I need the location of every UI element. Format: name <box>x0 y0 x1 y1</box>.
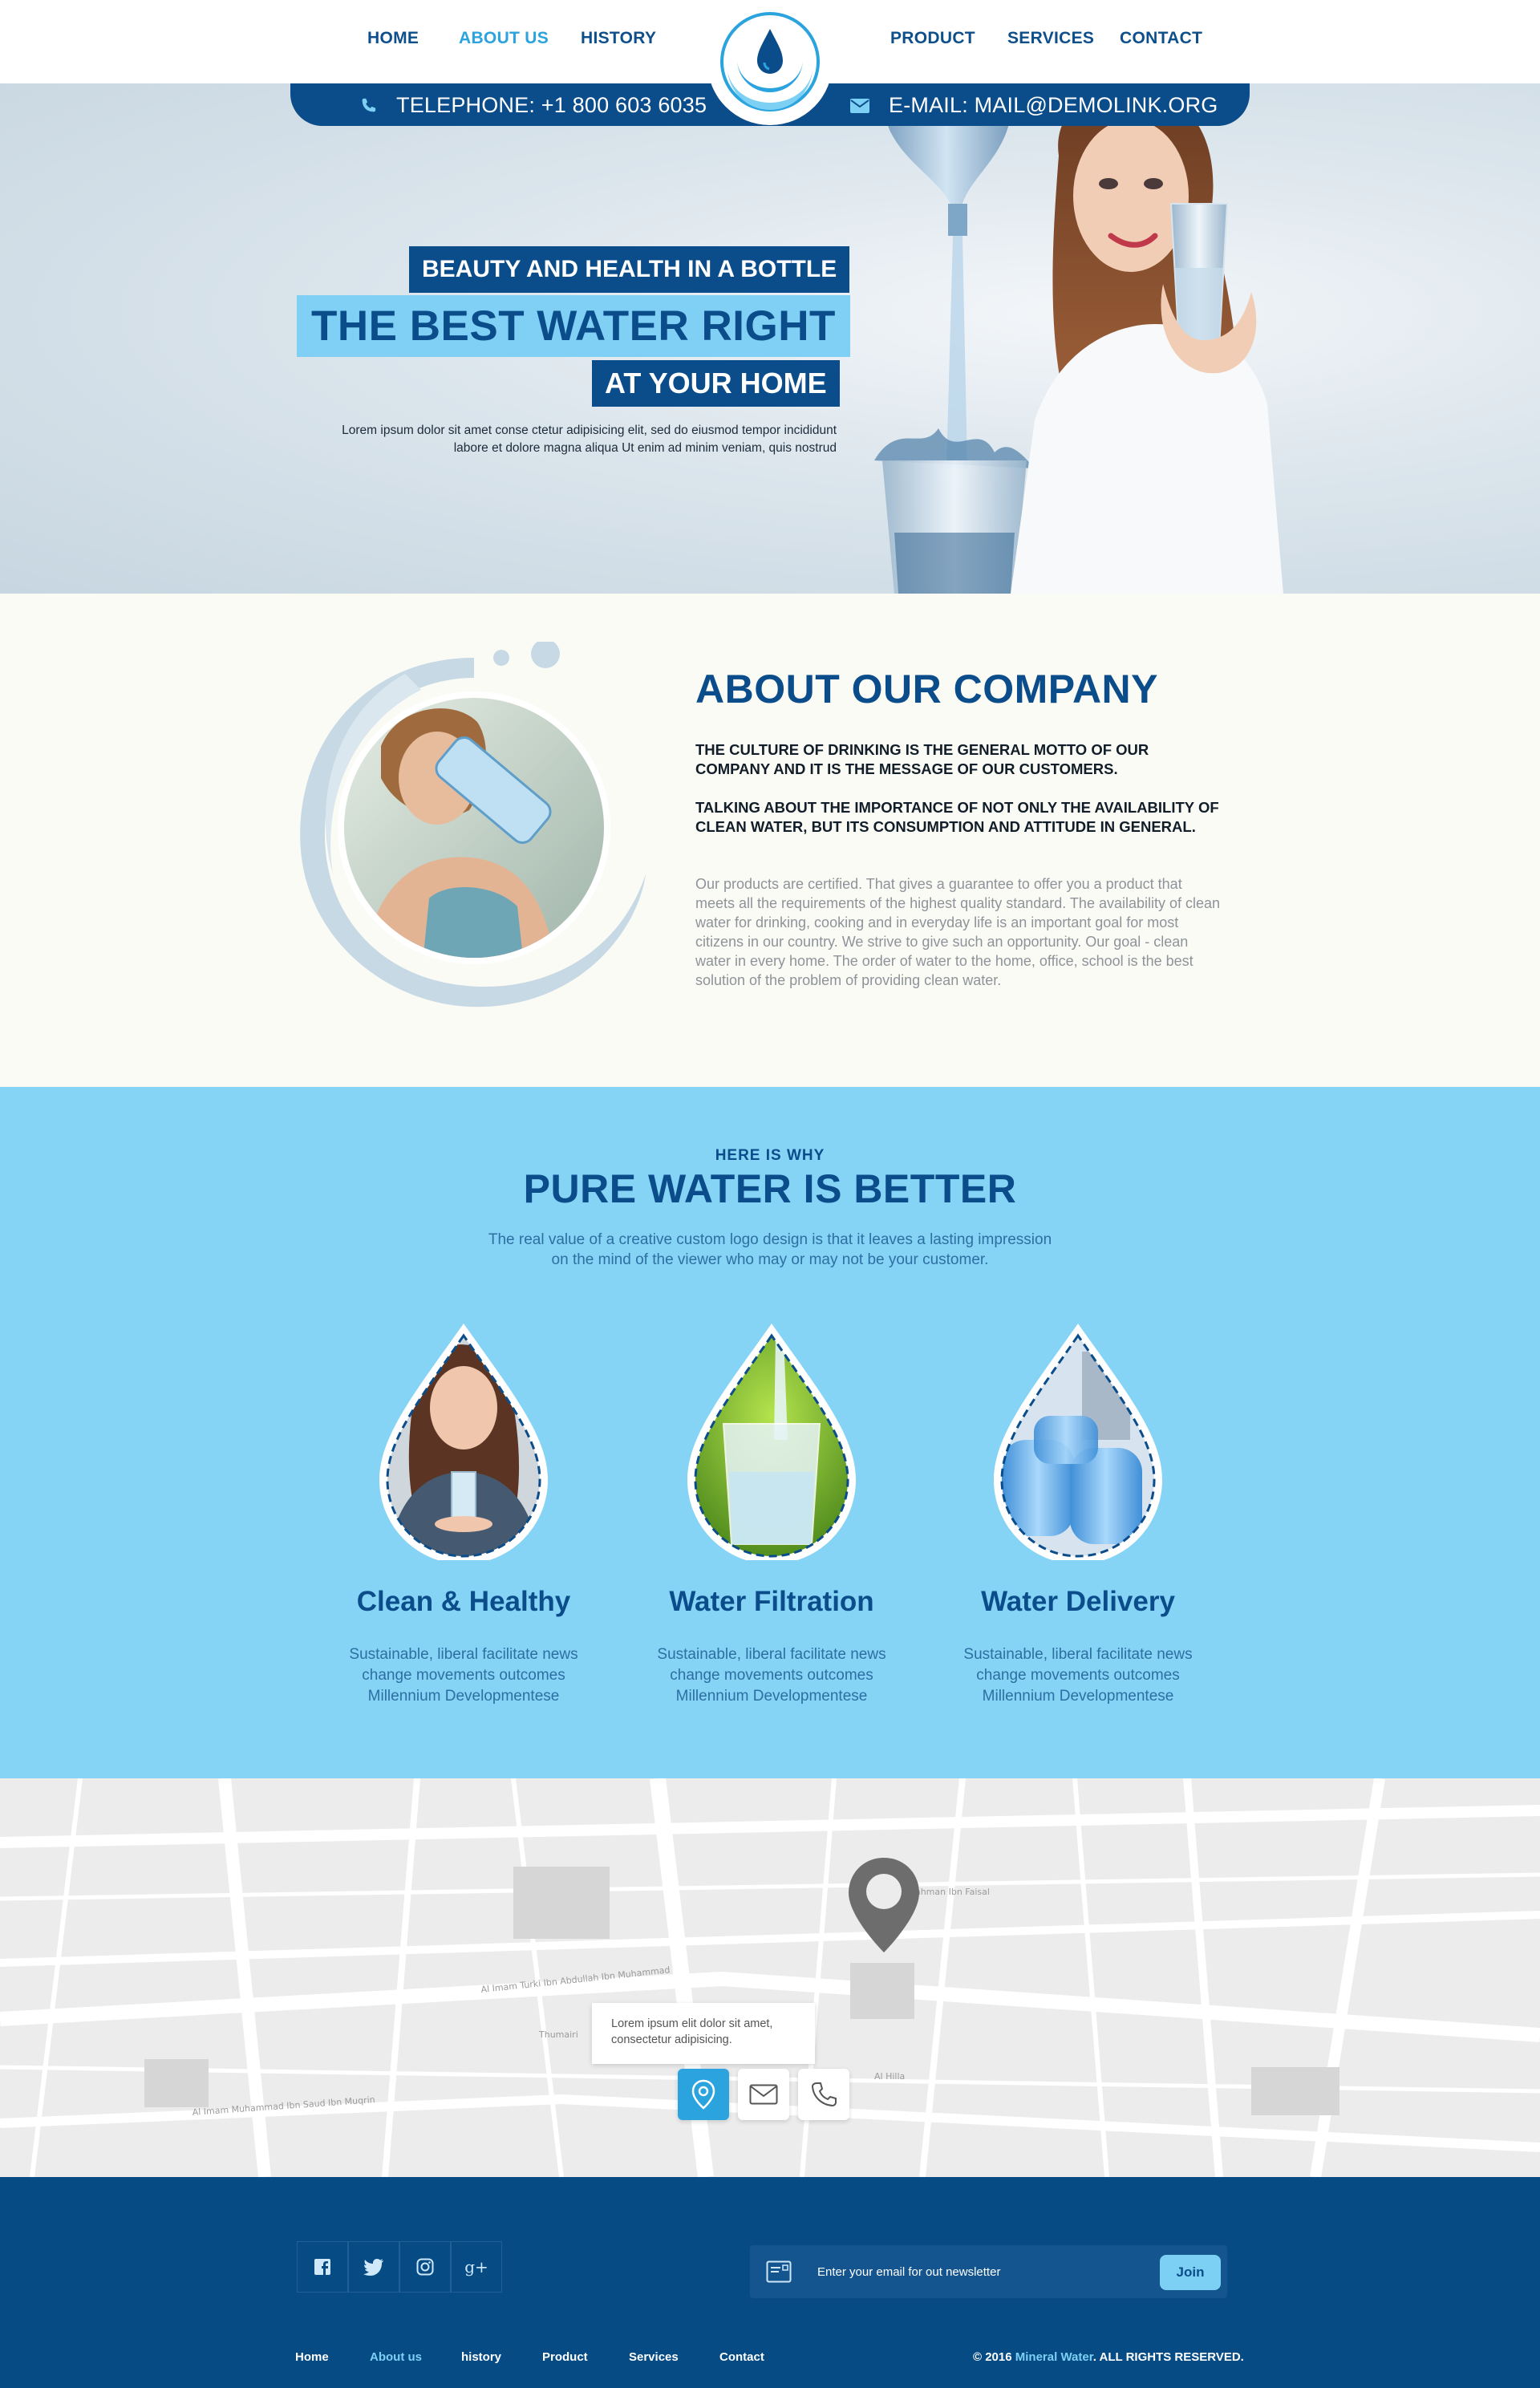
footer-link-product[interactable]: Product <box>542 2350 588 2364</box>
feature-description-line: Millennium Developmentese <box>982 1688 1174 1705</box>
nav-product[interactable]: PRODUCT <box>890 29 975 48</box>
map-location-button[interactable] <box>678 2069 729 2120</box>
clean-healthy-drop-image[interactable] <box>371 1320 556 1560</box>
feature-description-line: change movements outcomes <box>976 1667 1180 1684</box>
google-plus-icon: g+ <box>464 2257 488 2277</box>
about-body-text: Our products are certified. That gives a… <box>695 876 1221 988</box>
mailbox-icon <box>766 2260 792 2283</box>
hero-description-line: Lorem ipsum dolor sit amet conse ctetur … <box>342 424 837 437</box>
telephone-text: TELEPHONE: +1 800 603 6035 <box>396 93 707 117</box>
map-email-button[interactable] <box>738 2069 789 2120</box>
why-section: HERE IS WHY PURE WATER IS BETTER The rea… <box>0 1087 1540 1778</box>
email-contact[interactable]: E-MAIL: MAIL@DEMOLINK.ORG <box>850 93 1218 118</box>
footer-link-history[interactable]: history <box>461 2350 501 2364</box>
map-info-line: Lorem ipsum elit dolor sit amet, <box>611 2017 773 2030</box>
about-title: ABOUT OUR COMPANY <box>695 667 1159 712</box>
hero-description: Lorem ipsum dolor sit amet conse ctetur … <box>273 422 837 457</box>
feature-title: Clean & Healthy <box>356 1586 571 1617</box>
copyright-notice: © 2016 Mineral Water. ALL RIGHTS RESERVE… <box>973 2350 1244 2364</box>
twitter-icon <box>363 2259 383 2276</box>
nav-about-us[interactable]: ABOUT US <box>459 29 549 48</box>
telephone-contact[interactable]: TELEPHONE: +1 800 603 6035 <box>359 93 707 118</box>
map-street-label: Thumairi <box>538 2029 578 2040</box>
feature-description: Sustainable, liberal facilitate news cha… <box>942 1644 1214 1707</box>
instagram-link[interactable] <box>399 2241 451 2293</box>
feature-description-line: change movements outcomes <box>670 1667 873 1684</box>
newsletter-form: Join <box>750 2245 1227 2298</box>
feature-description-line: Millennium Developmentese <box>675 1688 868 1705</box>
footer-link-services[interactable]: Services <box>629 2350 679 2364</box>
feature-description: Sustainable, liberal facilitate news cha… <box>327 1644 600 1707</box>
location-map[interactable]: Al Imam Turki Ibn Abdullah Ibn Muhammad … <box>0 1778 1540 2177</box>
map-info-line: consectetur adipisicing. <box>611 2033 732 2046</box>
footer: g+ Join <box>0 2177 1540 2388</box>
map-info-bubble: Lorem ipsum elit dolor sit amet, consect… <box>592 2003 815 2064</box>
hero-headline: THE BEST WATER RIGHT <box>297 295 850 357</box>
feature-title: Water Filtration <box>669 1586 874 1617</box>
why-subtitle-line: The real value of a creative custom logo… <box>488 1231 1052 1248</box>
map-street-label: Al Hilla <box>874 2071 905 2082</box>
water-drop-logo[interactable] <box>719 11 821 112</box>
woman-drinking-water-image <box>300 642 646 1008</box>
why-kicker: HERE IS WHY <box>715 1147 825 1164</box>
footer-link-contact[interactable]: Contact <box>719 2350 764 2364</box>
facebook-icon <box>314 2259 330 2275</box>
feature-description-line: Millennium Developmentese <box>367 1688 560 1705</box>
location-pin-icon <box>691 2079 715 2110</box>
nav-history[interactable]: HISTORY <box>581 29 656 48</box>
envelope-icon <box>749 2084 778 2105</box>
copyright-brand[interactable]: Mineral Water <box>1015 2350 1093 2364</box>
why-title: PURE WATER IS BETTER <box>523 1166 1017 1211</box>
facebook-link[interactable] <box>297 2241 348 2293</box>
nav-services[interactable]: SERVICES <box>1007 29 1094 48</box>
footer-link-about-us[interactable]: About us <box>370 2350 422 2364</box>
why-subtitle: The real value of a creative custom logo… <box>449 1230 1091 1270</box>
feature-description-line: Sustainable, liberal facilitate news <box>963 1646 1193 1663</box>
hero-description-line: labore et dolore magna aliqua Ut enim ad… <box>453 441 837 455</box>
water-delivery-drop-image[interactable] <box>986 1320 1170 1560</box>
about-lead-paragraph: THE CULTURE OF DRINKING IS THE GENERAL M… <box>695 741 1149 777</box>
hero-banner: BEAUTY AND HEALTH IN A BOTTLE THE BEST W… <box>0 83 1540 594</box>
phone-icon <box>811 2082 837 2107</box>
nav-contact[interactable]: CONTACT <box>1120 29 1202 48</box>
twitter-link[interactable] <box>348 2241 399 2293</box>
hero-headline-tail: AT YOUR HOME <box>592 360 840 407</box>
footer-link-home[interactable]: Home <box>295 2350 329 2364</box>
newsletter-email-input[interactable] <box>817 2245 1098 2298</box>
map-phone-button[interactable] <box>798 2069 849 2120</box>
water-filtration-drop-image[interactable] <box>679 1320 864 1560</box>
feature-title: Water Delivery <box>981 1586 1175 1617</box>
about-lead-paragraph: TALKING ABOUT THE IMPORTANCE OF NOT ONLY… <box>695 799 1219 835</box>
woman-with-water-glass-image <box>870 83 1283 594</box>
instagram-icon <box>416 2258 434 2276</box>
about-section: ABOUT OUR COMPANY THE CULTURE OF DRINKIN… <box>0 594 1540 1087</box>
feature-description-line: Sustainable, liberal facilitate news <box>657 1646 886 1663</box>
phone-icon <box>362 98 376 111</box>
map-location-pin-icon[interactable] <box>847 1856 921 1954</box>
google-plus-link[interactable]: g+ <box>451 2241 502 2293</box>
feature-description-line: Sustainable, liberal facilitate news <box>349 1646 578 1663</box>
envelope-icon <box>850 98 869 113</box>
why-subtitle-line: on the mind of the viewer who may or may… <box>551 1251 989 1268</box>
email-text: E-MAIL: MAIL@DEMOLINK.ORG <box>889 93 1218 117</box>
feature-description: Sustainable, liberal facilitate news cha… <box>635 1644 908 1707</box>
copyright-prefix: © 2016 <box>973 2350 1015 2364</box>
copyright-suffix: . ALL RIGHTS RESERVED. <box>1092 2350 1244 2364</box>
nav-home[interactable]: HOME <box>367 29 419 48</box>
hero-tagline: BEAUTY AND HEALTH IN A BOTTLE <box>409 246 850 293</box>
feature-description-line: change movements outcomes <box>362 1667 565 1684</box>
join-button[interactable]: Join <box>1160 2255 1221 2290</box>
